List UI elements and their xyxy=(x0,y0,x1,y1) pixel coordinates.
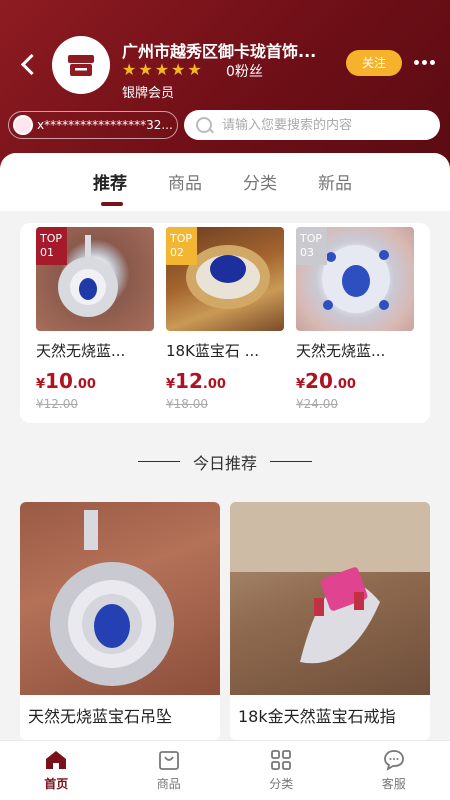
today-recommend-header: 今日推荐 xyxy=(0,450,450,474)
section-title: 今日推荐 xyxy=(192,454,257,473)
chat-icon xyxy=(383,750,404,771)
rating-stars: ★ ★ ★ ★ ★ xyxy=(122,60,202,80)
search-input[interactable] xyxy=(222,117,422,133)
product-price: ¥12.00 xyxy=(166,369,226,393)
fans-count: 0粉丝 xyxy=(226,64,263,80)
product-card[interactable]: 天然无烧蓝宝石吊坠 xyxy=(20,502,220,740)
nav-label: 分类 xyxy=(269,777,294,791)
product-price: ¥10.00 xyxy=(36,369,96,393)
product-image: TOP 01 xyxy=(36,227,154,331)
tab-products[interactable]: 商品 xyxy=(168,169,202,194)
product-name: 18k金天然蓝宝石戒指 xyxy=(238,707,396,726)
home-icon xyxy=(46,751,67,769)
rank-badge: TOP 01 xyxy=(36,227,67,265)
tab-recommend[interactable]: 推荐 xyxy=(93,169,127,194)
rank-badge: TOP 03 xyxy=(296,227,327,265)
nav-home[interactable]: 首页 xyxy=(0,741,113,800)
tab-categories[interactable]: 分类 xyxy=(243,169,277,194)
top-product-item[interactable]: TOP 03 天然无烧蓝... ¥20.00 ¥24.00 xyxy=(296,227,414,411)
product-image xyxy=(20,502,220,695)
active-tab-indicator xyxy=(101,202,123,206)
shop-icon xyxy=(68,55,94,76)
back-arrow-icon[interactable] xyxy=(18,52,40,78)
product-name: 天然无烧蓝... xyxy=(296,342,386,360)
nav-label: 客服 xyxy=(381,777,406,791)
divider xyxy=(138,461,180,462)
nav-label: 首页 xyxy=(44,777,69,791)
product-name: 天然无烧蓝... xyxy=(36,342,126,360)
star-icon: ★ xyxy=(187,60,202,79)
search-icon xyxy=(196,117,212,133)
original-price: ¥18.00 xyxy=(166,397,208,411)
product-name: 天然无烧蓝宝石吊坠 xyxy=(28,707,173,726)
star-icon: ★ xyxy=(122,60,137,79)
grid-icon xyxy=(271,750,292,770)
nav-label: 商品 xyxy=(156,777,181,791)
star-icon: ★ xyxy=(171,60,186,79)
avatar xyxy=(13,115,33,135)
star-icon: ★ xyxy=(154,60,170,79)
product-price: ¥20.00 xyxy=(296,369,356,393)
product-image: TOP 03 xyxy=(296,227,414,331)
original-price: ¥12.00 xyxy=(36,397,78,411)
member-level: 银牌会员 xyxy=(122,86,175,101)
more-options-icon[interactable] xyxy=(412,52,436,72)
nav-products[interactable]: 商品 xyxy=(113,741,226,800)
store-header: 广州市越秀区御卡珑首饰... ★ ★ ★ ★ ★ 0粉丝 银牌会员 关注 x**… xyxy=(0,0,450,175)
tab-new[interactable]: 新品 xyxy=(318,169,352,194)
nav-service[interactable]: 客服 xyxy=(338,741,450,800)
search-bar[interactable] xyxy=(184,110,440,140)
product-card[interactable]: 18k金天然蓝宝石戒指 xyxy=(230,502,430,740)
bottom-nav: 首页 商品 分类 客服 xyxy=(0,740,450,800)
account-id: x*****************32... xyxy=(37,118,173,132)
product-image: TOP 02 xyxy=(166,227,284,331)
top-product-item[interactable]: TOP 01 天然无烧蓝... ¥10.00 ¥12.00 xyxy=(36,227,154,411)
top-product-item[interactable]: TOP 02 18K蓝宝石 ... ¥12.00 ¥18.00 xyxy=(166,227,284,411)
star-icon: ★ xyxy=(138,60,153,79)
divider xyxy=(270,461,312,462)
nav-categories[interactable]: 分类 xyxy=(225,741,338,800)
follow-button[interactable]: 关注 xyxy=(346,50,402,76)
product-image xyxy=(230,502,430,695)
rank-badge: TOP 02 xyxy=(166,227,197,265)
bag-icon xyxy=(158,751,179,770)
store-logo xyxy=(52,36,110,94)
tab-bar: 推荐 商品 分类 新品 xyxy=(0,153,450,211)
product-name: 18K蓝宝石 ... xyxy=(166,342,259,360)
top-products-card: TOP 01 天然无烧蓝... ¥10.00 ¥12.00 TOP 02 18K蓝宝… xyxy=(20,223,430,423)
store-name: 广州市越秀区御卡珑首饰... xyxy=(122,42,317,61)
account-chip[interactable]: x*****************32... xyxy=(8,111,178,139)
original-price: ¥24.00 xyxy=(296,397,338,411)
